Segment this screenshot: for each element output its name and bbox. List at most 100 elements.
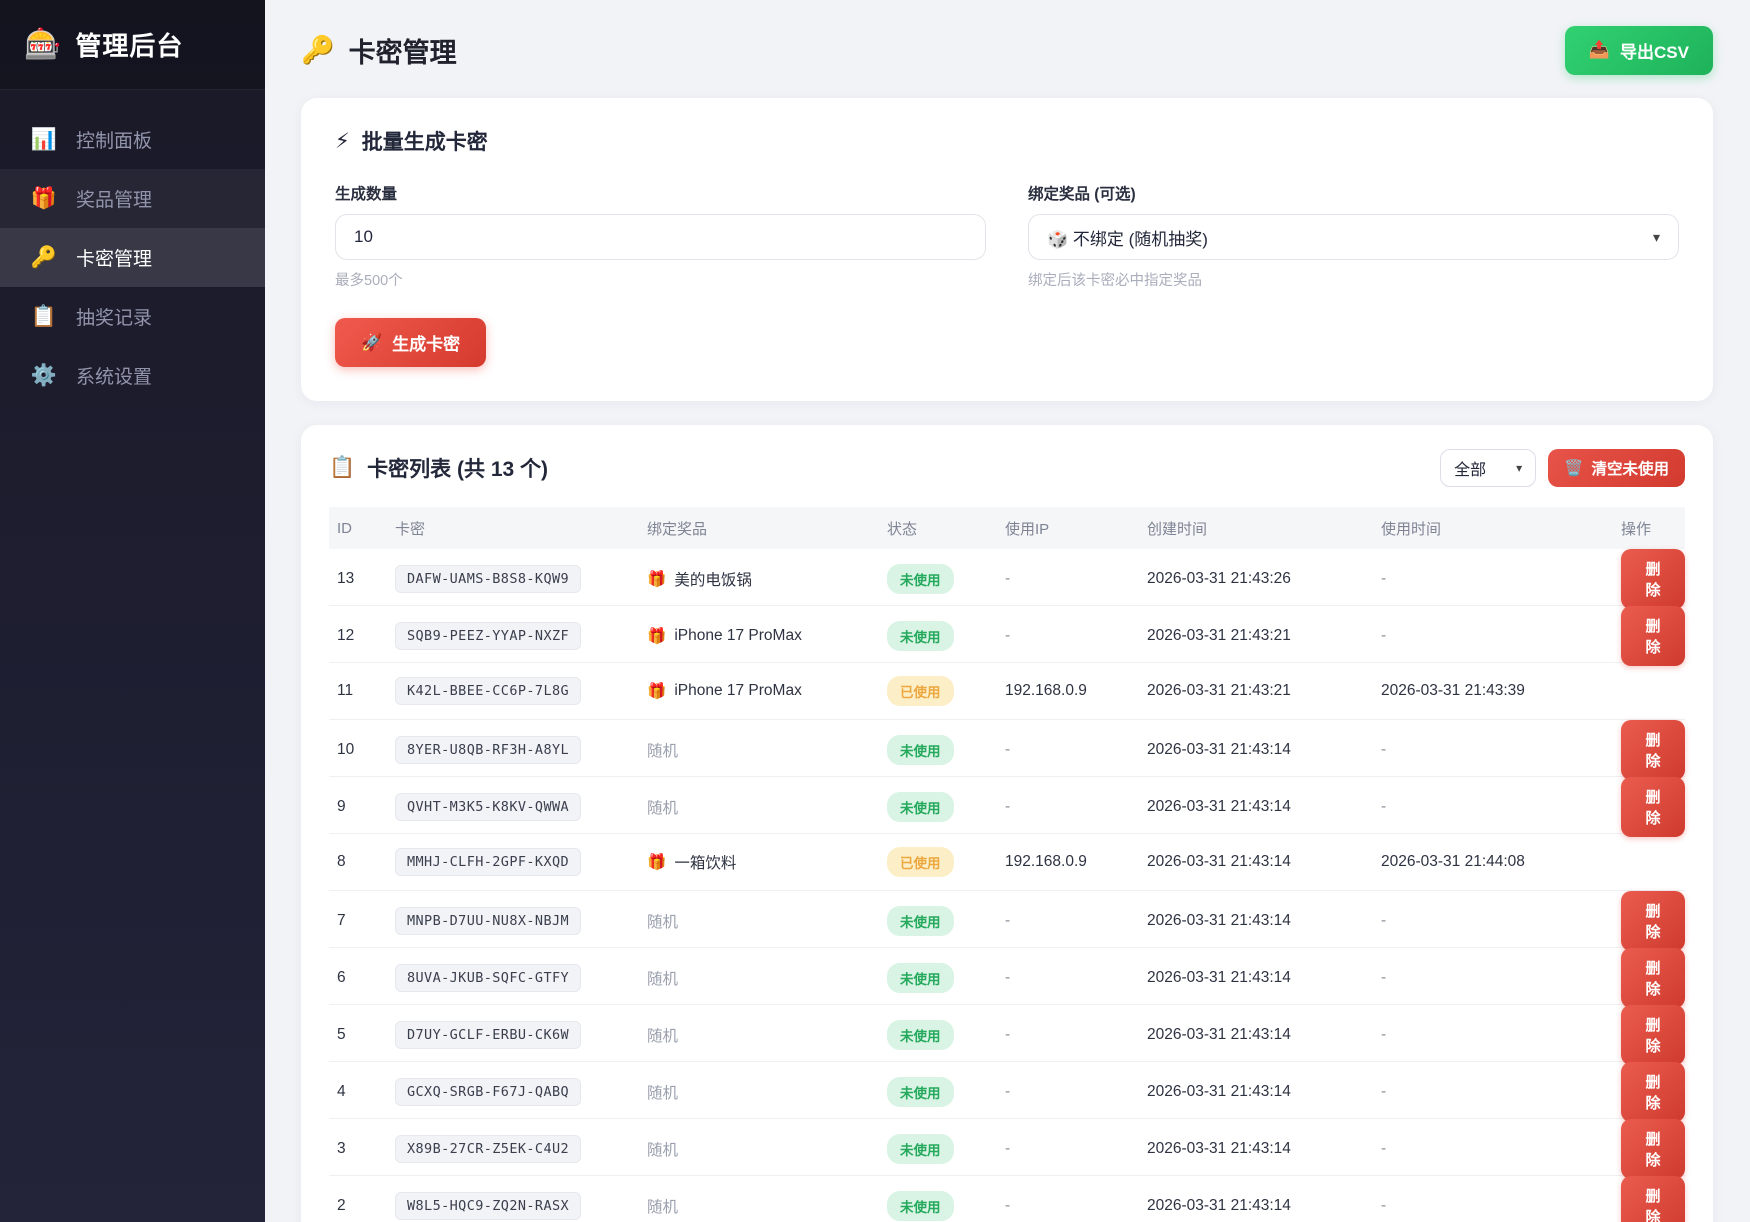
delete-button[interactable]: 删除 xyxy=(1621,720,1685,780)
prize-name: 一箱饮料 xyxy=(674,851,736,873)
used-ip: - xyxy=(997,1197,1139,1215)
prize-select-value: 🎲 不绑定 (随机抽奖) xyxy=(1047,225,1208,250)
status-badge: 未使用 xyxy=(887,792,954,822)
table-row: 11 K42L-BBEE-CC6P-7L8G 🎁 iPhone 17 ProMa… xyxy=(329,663,1685,720)
used-time: - xyxy=(1373,741,1613,759)
card-code: 8YER-U8QB-RF3H-A8YL xyxy=(395,736,581,764)
chevron-down-icon: ▾ xyxy=(1516,461,1522,475)
delete-button[interactable]: 删除 xyxy=(1621,948,1685,1008)
prize-select[interactable]: 🎲 不绑定 (随机抽奖) ▾ xyxy=(1028,214,1679,260)
row-id: 4 xyxy=(329,1083,387,1101)
delete-button[interactable]: 删除 xyxy=(1621,606,1685,666)
status-filter-select[interactable]: 全部 ▾ xyxy=(1440,449,1536,487)
column-header: 使用IP xyxy=(997,518,1139,539)
delete-button[interactable]: 删除 xyxy=(1621,1119,1685,1179)
used-ip: - xyxy=(997,1026,1139,1044)
column-header: 操作 xyxy=(1613,518,1685,539)
prize-cell: 🎁 一箱饮料 xyxy=(639,851,879,873)
column-header: 使用时间 xyxy=(1373,518,1613,539)
used-time: - xyxy=(1373,912,1613,930)
sidebar-item-records[interactable]: 📋 抽奖记录 xyxy=(0,287,265,346)
used-ip: - xyxy=(997,627,1139,645)
generate-card-title: ⚡ 批量生成卡密 xyxy=(335,126,1679,156)
delete-button[interactable]: 删除 xyxy=(1621,1005,1685,1065)
sidebar-item-settings[interactable]: ⚙️ 系统设置 xyxy=(0,346,265,405)
delete-button[interactable]: 删除 xyxy=(1621,777,1685,837)
quantity-label: 生成数量 xyxy=(335,182,986,204)
row-id: 9 xyxy=(329,798,387,816)
row-actions: 删除 xyxy=(1613,948,1685,1008)
sidebar-item-cards[interactable]: 🔑 卡密管理 xyxy=(0,228,265,287)
list-title: 📋 卡密列表 (共 13 个) xyxy=(329,453,548,483)
key-icon: 🔑 xyxy=(301,34,335,66)
clear-unused-button[interactable]: 🗑️ 清空未使用 xyxy=(1548,449,1685,487)
card-code: DAFW-UAMS-B8S8-KQW9 xyxy=(395,565,581,593)
used-time: - xyxy=(1373,1026,1613,1044)
row-id: 8 xyxy=(329,853,387,871)
card-code: GCXQ-SRGB-F67J-QABQ xyxy=(395,1078,581,1106)
prize-cell: 随机 xyxy=(639,967,879,989)
row-id: 12 xyxy=(329,627,387,645)
table-row: 7 MNPB-D7UU-NU8X-NBJM 随机 未使用 - 2026-03-3… xyxy=(329,891,1685,948)
used-time: - xyxy=(1373,969,1613,987)
row-actions: 删除 xyxy=(1613,1119,1685,1179)
delete-button[interactable]: 删除 xyxy=(1621,1062,1685,1122)
card-code: X89B-27CR-Z5EK-C4U2 xyxy=(395,1135,581,1163)
card-code: D7UY-GCLF-ERBU-CK6W xyxy=(395,1021,581,1049)
prize-name: 随机 xyxy=(647,967,678,989)
prize-cell: 🎁 iPhone 17 ProMax xyxy=(639,682,879,701)
generate-form: 生成数量 最多500个 🚀 生成卡密 绑定奖品 (可选) 🎲 不绑定 (随机抽奖… xyxy=(335,182,1679,367)
main-content: 🔑 卡密管理 📤 导出CSV ⚡ 批量生成卡密 生成数量 最多500个 🚀 生成… xyxy=(265,0,1750,1222)
used-time: 2026-03-31 21:44:08 xyxy=(1373,853,1613,871)
list-title-text: 卡密列表 (共 13 个) xyxy=(367,453,548,483)
created-time: 2026-03-31 21:43:14 xyxy=(1139,912,1373,930)
quantity-input[interactable] xyxy=(335,214,986,260)
table-row: 9 QVHT-M3K5-K8KV-QWWA 随机 未使用 - 2026-03-3… xyxy=(329,777,1685,834)
row-id: 5 xyxy=(329,1026,387,1044)
prize-cell: 随机 xyxy=(639,1024,879,1046)
created-time: 2026-03-31 21:43:14 xyxy=(1139,1197,1373,1215)
created-time: 2026-03-31 21:43:21 xyxy=(1139,627,1373,645)
delete-button[interactable]: 删除 xyxy=(1621,1176,1685,1222)
card-code: W8L5-HQC9-ZQ2N-RASX xyxy=(395,1192,581,1220)
brand: 🎰 管理后台 xyxy=(0,0,265,90)
delete-button[interactable]: 删除 xyxy=(1621,891,1685,951)
export-csv-button[interactable]: 📤 导出CSV xyxy=(1565,26,1713,75)
dice-icon: 🎲 xyxy=(1047,230,1068,249)
prize-cell: 随机 xyxy=(639,1138,879,1160)
batch-generate-card: ⚡ 批量生成卡密 生成数量 最多500个 🚀 生成卡密 绑定奖品 (可选) 🎲 … xyxy=(301,98,1713,401)
brand-title: 管理后台 xyxy=(75,26,183,63)
created-time: 2026-03-31 21:43:14 xyxy=(1139,741,1373,759)
status-badge: 未使用 xyxy=(887,1020,954,1050)
prize-name: 随机 xyxy=(647,1138,678,1160)
chevron-down-icon: ▾ xyxy=(1653,229,1660,246)
created-time: 2026-03-31 21:43:14 xyxy=(1139,969,1373,987)
table-row: 5 D7UY-GCLF-ERBU-CK6W 随机 未使用 - 2026-03-3… xyxy=(329,1005,1685,1062)
sidebar-item-dashboard[interactable]: 📊 控制面板 xyxy=(0,110,265,169)
records-icon: 📋 xyxy=(30,305,58,329)
created-time: 2026-03-31 21:43:21 xyxy=(1139,682,1373,700)
clear-unused-label: 清空未使用 xyxy=(1591,457,1669,479)
used-ip: 192.168.0.9 xyxy=(997,682,1139,700)
row-id: 6 xyxy=(329,969,387,987)
status-badge: 未使用 xyxy=(887,1134,954,1164)
sidebar-item-label: 系统设置 xyxy=(76,362,152,389)
used-time: - xyxy=(1373,570,1613,588)
list-controls: 全部 ▾ 🗑️ 清空未使用 xyxy=(1440,449,1685,487)
column-header: 状态 xyxy=(879,518,997,539)
status-badge: 未使用 xyxy=(887,1077,954,1107)
generate-cards-button[interactable]: 🚀 生成卡密 xyxy=(335,318,486,367)
used-ip: - xyxy=(997,570,1139,588)
card-code: 8UVA-JKUB-SQFC-GTFY xyxy=(395,964,581,992)
created-time: 2026-03-31 21:43:14 xyxy=(1139,1140,1373,1158)
quantity-field-group: 生成数量 最多500个 🚀 生成卡密 xyxy=(335,182,986,367)
delete-button[interactable]: 删除 xyxy=(1621,549,1685,609)
sidebar-item-prizes[interactable]: 🎁 奖品管理 xyxy=(0,169,265,228)
quantity-hint: 最多500个 xyxy=(335,269,986,290)
prize-name: 随机 xyxy=(647,1081,678,1103)
used-time: - xyxy=(1373,627,1613,645)
prize-cell: 随机 xyxy=(639,1195,879,1217)
used-ip: - xyxy=(997,798,1139,816)
sidebar-item-label: 卡密管理 xyxy=(76,244,152,271)
used-time: - xyxy=(1373,798,1613,816)
